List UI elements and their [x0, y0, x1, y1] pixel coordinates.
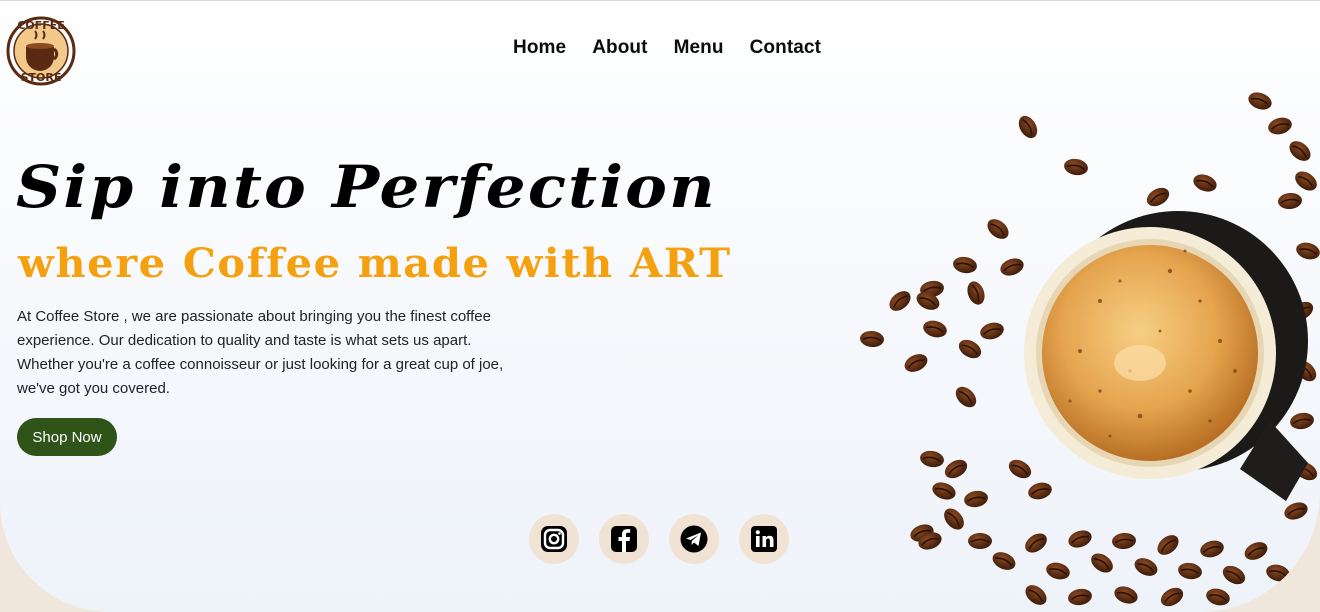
facebook-icon	[611, 526, 637, 552]
telegram-link[interactable]	[669, 514, 719, 564]
hero-subhead: where Coffee made with ART	[18, 240, 732, 287]
linkedin-link[interactable]	[739, 514, 789, 564]
logo-text-top: COFFEE	[17, 19, 64, 32]
hero-description: At Coffee Store , we are passionate abou…	[17, 308, 504, 397]
coffee-store-logo[interactable]: COFFEE STORE	[6, 15, 76, 87]
instagram-icon	[541, 526, 567, 552]
facebook-link[interactable]	[599, 514, 649, 564]
instagram-link[interactable]	[529, 514, 579, 564]
shop-now-button[interactable]: Shop Now	[17, 418, 117, 456]
hero-headline: Sip into Perfection	[16, 153, 717, 221]
telegram-icon	[680, 525, 708, 553]
logo-text-bottom: STORE	[21, 71, 62, 84]
page: COFFEE STORE Home About Menu Contact Sip…	[0, 0, 1320, 612]
nav-contact[interactable]: Contact	[750, 37, 821, 59]
main-nav: Home About Menu Contact	[513, 37, 821, 59]
nav-about[interactable]: About	[592, 37, 647, 59]
coffee-cup-illustration	[858, 88, 1320, 611]
nav-home[interactable]: Home	[513, 37, 566, 59]
nav-menu[interactable]: Menu	[674, 37, 724, 59]
linkedin-icon	[751, 526, 777, 552]
social-links	[529, 514, 789, 564]
